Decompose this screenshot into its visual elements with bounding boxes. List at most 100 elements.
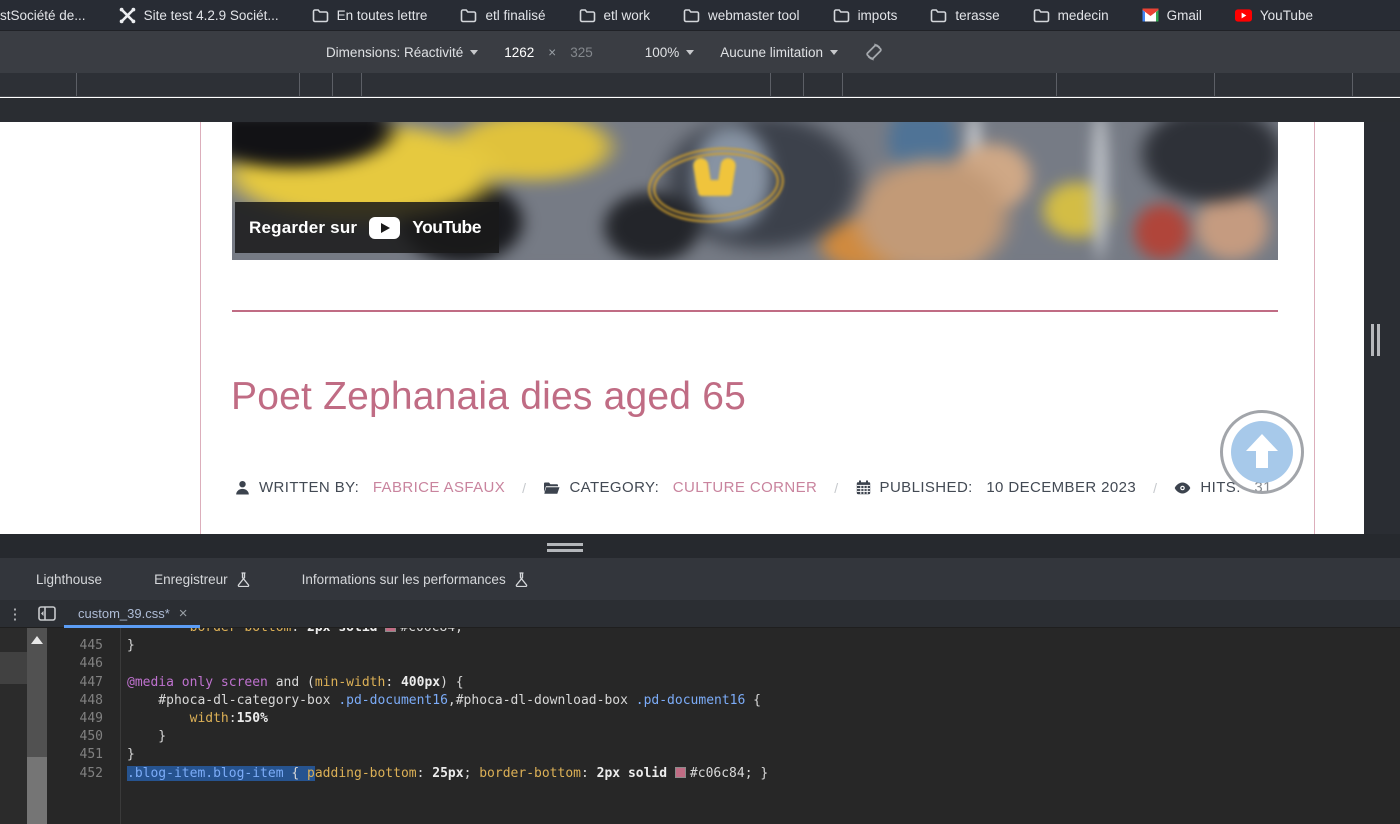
meta-separator: / xyxy=(834,480,838,496)
ruler-tick xyxy=(770,73,771,96)
editor-scrollbar[interactable] xyxy=(27,628,47,824)
meta-value: 10 DECEMBER 2023 xyxy=(982,479,1136,496)
bookmark-item[interactable]: En toutes lettre xyxy=(312,7,428,24)
more-options-icon[interactable]: ⋮ xyxy=(0,605,30,623)
viewport-height-input[interactable]: 325 xyxy=(570,45,593,60)
devtools-tab-enregistreur[interactable]: Enregistreur xyxy=(154,572,250,587)
line-number: 450 xyxy=(47,729,103,747)
folder-icon xyxy=(579,7,596,24)
bookmark-item[interactable]: etl finalisé xyxy=(460,7,545,24)
bookmark-label: terasse xyxy=(955,8,999,23)
device-toolbar: Dimensions: Réactivité 1262 × 325 100% A… xyxy=(0,30,1400,73)
browser-window: stSociété de... Site test 4.2.9 Sociét...… xyxy=(0,0,1400,824)
bookmark-item[interactable]: stSociété de... xyxy=(0,8,86,23)
folder-icon xyxy=(930,7,947,24)
color-swatch[interactable] xyxy=(675,767,686,778)
meta-label: CATEGORY: xyxy=(569,479,659,496)
meta-separator: / xyxy=(1153,480,1157,496)
chevron-down-icon xyxy=(830,50,838,55)
experiment-flask-icon xyxy=(515,572,528,587)
code-pane[interactable]: border-bottom: 2px solid #c06c84;}@media… xyxy=(127,628,1400,824)
article-separator xyxy=(232,310,1278,312)
devtools-tab-informations-sur-les-performances[interactable]: Informations sur les performances xyxy=(302,572,528,587)
code-line: .blog-item.blog-item { padding-bottom: 2… xyxy=(127,766,768,784)
meta-label: WRITTEN BY: xyxy=(259,479,359,496)
show-navigator-icon[interactable] xyxy=(30,606,64,621)
file-tab-label: custom_39.css* xyxy=(78,606,170,621)
eye-icon xyxy=(1174,482,1191,494)
dimensions-preset-dropdown[interactable]: Dimensions: Réactivité xyxy=(326,45,478,60)
zoom-dropdown[interactable]: 100% xyxy=(645,45,695,60)
viewport-ruler xyxy=(0,98,1400,122)
chevron-down-icon xyxy=(470,50,478,55)
bookmark-label: impots xyxy=(858,8,898,23)
bookmark-label: webmaster tool xyxy=(708,8,800,23)
bookmark-item[interactable]: medecin xyxy=(1033,7,1109,24)
editor-left-strip xyxy=(0,628,27,824)
css-code-editor[interactable]: 445446447448449450451452 border-bottom: … xyxy=(0,628,1400,824)
scroll-to-top-button[interactable] xyxy=(1220,410,1304,494)
bookmark-label: Gmail xyxy=(1167,8,1202,23)
close-icon[interactable]: × xyxy=(179,605,188,622)
tab-label: Informations sur les performances xyxy=(302,572,506,587)
code-line: } xyxy=(127,747,135,765)
youtube-brand-label: YouTube xyxy=(412,217,481,238)
user-icon xyxy=(235,480,250,495)
ruler-tick xyxy=(1352,73,1353,96)
line-number: 449 xyxy=(47,711,103,729)
meta-item: CATEGORY: CULTURE CORNER xyxy=(543,479,817,496)
ruler-tick xyxy=(361,73,362,96)
throttling-value: Aucune limitation xyxy=(720,45,823,60)
ruler-tick xyxy=(76,73,77,96)
meta-label: PUBLISHED: xyxy=(880,479,973,496)
code-line: } xyxy=(127,638,135,656)
folder-icon xyxy=(833,7,850,24)
bookmark-label: Site test 4.2.9 Sociét... xyxy=(144,8,279,23)
ruler-tick xyxy=(299,73,300,96)
youtube-video-embed[interactable]: Regarder sur YouTube xyxy=(232,122,1278,260)
watch-label: Regarder sur xyxy=(249,218,357,238)
bookmark-item[interactable]: etl work xyxy=(579,7,651,24)
viewport-width-input[interactable]: 1262 xyxy=(504,45,534,60)
meta-value[interactable]: FABRICE ASFAUX xyxy=(368,479,505,496)
scroll-up-arrow-icon[interactable] xyxy=(31,636,43,644)
line-number: 445 xyxy=(47,638,103,656)
chevron-down-icon xyxy=(686,50,694,55)
bookmark-item[interactable]: Site test 4.2.9 Sociét... xyxy=(119,7,279,24)
file-tab-custom-39-css[interactable]: custom_39.css* × xyxy=(64,600,200,628)
line-number: 451 xyxy=(47,747,103,765)
devtools-tab-lighthouse[interactable]: Lighthouse xyxy=(36,572,102,587)
code-line: width:150% xyxy=(127,711,268,729)
bookmark-label: stSociété de... xyxy=(0,8,86,23)
folder-icon xyxy=(312,7,329,24)
bookmark-item[interactable]: YouTube xyxy=(1235,7,1313,24)
bookmark-item[interactable]: terasse xyxy=(930,7,999,24)
bookmark-label: etl work xyxy=(604,8,651,23)
bookmark-item[interactable]: impots xyxy=(833,7,898,24)
gmail-icon xyxy=(1142,7,1159,24)
joomla-icon xyxy=(119,7,136,24)
folder-icon xyxy=(460,7,477,24)
bookmark-item[interactable]: Gmail xyxy=(1142,7,1202,24)
vertical-resize-handle[interactable] xyxy=(1370,324,1382,356)
devtools-splitter[interactable] xyxy=(0,534,1400,558)
bookmark-label: medecin xyxy=(1058,8,1109,23)
blog-container-right-border xyxy=(1314,122,1315,534)
meta-value[interactable]: CULTURE CORNER xyxy=(668,479,817,496)
code-line: @media only screen and (min-width: 400px… xyxy=(127,675,464,693)
bookmark-item[interactable]: webmaster tool xyxy=(683,7,800,24)
watch-on-youtube-button[interactable]: Regarder sur YouTube xyxy=(235,202,499,253)
line-number: 448 xyxy=(47,693,103,711)
batman-logo xyxy=(644,140,794,230)
up-arrow-icon xyxy=(1246,434,1278,451)
dimensions-label: Dimensions: Réactivité xyxy=(326,45,463,60)
article-title[interactable]: Poet Zephanaia dies aged 65 xyxy=(231,375,746,419)
tab-label: Enregistreur xyxy=(154,572,228,587)
meta-separator: / xyxy=(522,480,526,496)
throttling-dropdown[interactable]: Aucune limitation xyxy=(720,45,838,60)
color-swatch[interactable] xyxy=(385,628,396,632)
experiment-flask-icon xyxy=(237,572,250,587)
rotate-viewport-icon[interactable] xyxy=(864,42,884,62)
scrollbar-thumb[interactable] xyxy=(27,757,47,824)
bookmark-label: YouTube xyxy=(1260,8,1313,23)
